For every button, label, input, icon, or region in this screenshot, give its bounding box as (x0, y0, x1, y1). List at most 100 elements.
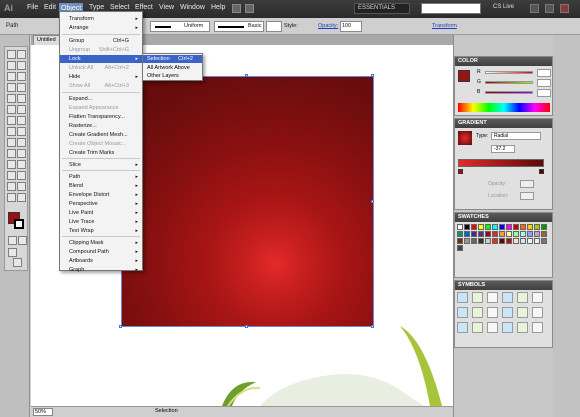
cs-live-button[interactable]: CS Live (493, 4, 514, 10)
blob-brush-tool-icon[interactable] (7, 105, 16, 114)
gradient-stop-start[interactable] (458, 169, 463, 174)
color-swatch[interactable] (478, 231, 484, 237)
symbol-thumbnail[interactable] (487, 307, 498, 318)
perspective-grid-tool-icon[interactable] (17, 138, 26, 147)
object-menu-item-flatten-transparency[interactable]: Flatten Transparency... (60, 113, 142, 121)
lasso-tool-icon[interactable] (17, 61, 26, 70)
menu-file[interactable]: File (27, 4, 38, 11)
object-menu-item-rasterize[interactable]: Rasterize... (60, 122, 142, 130)
object-menu-item-live-trace[interactable]: Live Trace ▸ (60, 218, 142, 226)
pencil-tool-icon[interactable] (17, 94, 26, 103)
symbol-thumbnail[interactable] (457, 307, 468, 318)
color-swatch[interactable] (457, 238, 463, 244)
color-swatch[interactable] (499, 224, 505, 230)
object-menu-item-lock[interactable]: Lock ▸ (60, 55, 142, 63)
color-swatch[interactable] (492, 224, 498, 230)
menu-select[interactable]: Select (110, 4, 129, 11)
gradient-tool-icon[interactable] (17, 149, 26, 158)
color-swatch[interactable] (457, 231, 463, 237)
swatch-grid[interactable] (457, 224, 552, 268)
menu-window[interactable]: Window (180, 4, 205, 11)
color-swatch[interactable] (520, 224, 526, 230)
color-swatch[interactable] (520, 238, 526, 244)
gradient-rectangle-artwork[interactable] (121, 76, 374, 327)
object-menu-item-text-wrap[interactable]: Text Wrap ▸ (60, 227, 142, 235)
symbol-thumbnail[interactable] (472, 292, 483, 303)
artboard-tool-icon[interactable] (7, 182, 16, 191)
color-swatch[interactable] (464, 231, 470, 237)
object-menu-item-group[interactable]: Group Ctrl+G (60, 37, 142, 45)
symbol-thumbnail[interactable] (532, 322, 543, 333)
gradient-slider[interactable] (458, 159, 544, 167)
symbol-grid[interactable] (457, 292, 552, 344)
color-r-slider[interactable] (485, 71, 533, 74)
color-b-input[interactable] (537, 89, 551, 97)
lock-submenu-item-selection[interactable]: Selection Ctrl+2 (143, 55, 202, 63)
color-r-input[interactable] (537, 69, 551, 77)
color-g-input[interactable] (537, 79, 551, 87)
color-swatch[interactable] (506, 238, 512, 244)
color-swatch[interactable] (485, 224, 491, 230)
color-spectrum[interactable] (458, 103, 550, 112)
minimize-icon[interactable] (530, 4, 539, 13)
bounding-handle-mr[interactable] (371, 200, 374, 203)
column-graph-tool-icon[interactable] (17, 171, 26, 180)
rotate-tool-icon[interactable] (7, 116, 16, 125)
symbol-thumbnail[interactable] (502, 292, 513, 303)
menu-type[interactable]: Type (89, 4, 104, 11)
color-swatch[interactable] (527, 238, 533, 244)
color-swatch[interactable] (534, 238, 540, 244)
zoom-level[interactable]: 50% (33, 408, 53, 416)
symbol-thumbnail[interactable] (472, 307, 483, 318)
color-mode-icon[interactable] (8, 236, 17, 245)
color-swatch[interactable] (520, 231, 526, 237)
pen-tool-icon[interactable] (7, 72, 16, 81)
symbol-thumbnail[interactable] (487, 292, 498, 303)
opacity-link[interactable]: Opacity: (318, 23, 338, 29)
menu-edit[interactable]: Edit (44, 4, 56, 11)
color-swatch[interactable] (457, 245, 463, 251)
color-swatch[interactable] (464, 238, 470, 244)
object-menu-item-clipping-mask[interactable]: Clipping Mask ▸ (60, 239, 142, 247)
color-swatch[interactable] (534, 224, 540, 230)
rectangle-tool-icon[interactable] (17, 83, 26, 92)
lock-submenu-item-all-artwork-above[interactable]: All Artwork Above (143, 64, 202, 72)
object-menu-item-compound-path[interactable]: Compound Path ▸ (60, 248, 142, 256)
object-menu-item-create-gradient-mesh[interactable]: Create Gradient Mesh... (60, 131, 142, 139)
scale-tool-icon[interactable] (17, 116, 26, 125)
stroke-swatch[interactable] (14, 219, 24, 229)
color-swatch[interactable] (499, 231, 505, 237)
color-g-slider[interactable] (485, 81, 533, 84)
mesh-tool-icon[interactable] (7, 149, 16, 158)
type-tool-icon[interactable] (17, 72, 26, 81)
color-swatch[interactable] (506, 231, 512, 237)
color-swatch[interactable] (534, 231, 540, 237)
object-menu-item-perspective[interactable]: Perspective ▸ (60, 200, 142, 208)
selection-tool-icon[interactable] (7, 50, 16, 59)
symbol-thumbnail[interactable] (517, 307, 528, 318)
object-menu-item-hide[interactable]: Hide ▸ (60, 73, 142, 81)
gradient-type-dropdown[interactable]: Radial (491, 132, 541, 140)
color-swatch[interactable] (541, 238, 547, 244)
object-menu-item-arrange[interactable]: Arrange ▸ (60, 24, 142, 32)
arrange-documents-icon[interactable] (245, 4, 254, 13)
gradient-mode-icon[interactable] (18, 236, 27, 245)
symbol-thumbnail[interactable] (532, 292, 543, 303)
menu-help[interactable]: Help (211, 4, 225, 11)
color-swatch[interactable] (485, 238, 491, 244)
shape-builder-tool-icon[interactable] (7, 138, 16, 147)
color-swatch[interactable] (506, 224, 512, 230)
screen-mode-icon[interactable] (13, 258, 22, 267)
draw-mode-icon[interactable] (8, 248, 17, 257)
color-swatch[interactable] (527, 224, 533, 230)
gradient-thumbnail[interactable] (458, 131, 472, 145)
blend-tool-icon[interactable] (17, 160, 26, 169)
color-swatch[interactable] (457, 224, 463, 230)
eyedropper-tool-icon[interactable] (7, 160, 16, 169)
slice-tool-icon[interactable] (17, 182, 26, 191)
color-swatch[interactable] (513, 231, 519, 237)
color-swatch[interactable] (471, 224, 477, 230)
gradient-angle-input[interactable]: -37.2 (491, 145, 515, 153)
paintbrush-tool-icon[interactable] (7, 94, 16, 103)
color-b-slider[interactable] (485, 91, 533, 94)
